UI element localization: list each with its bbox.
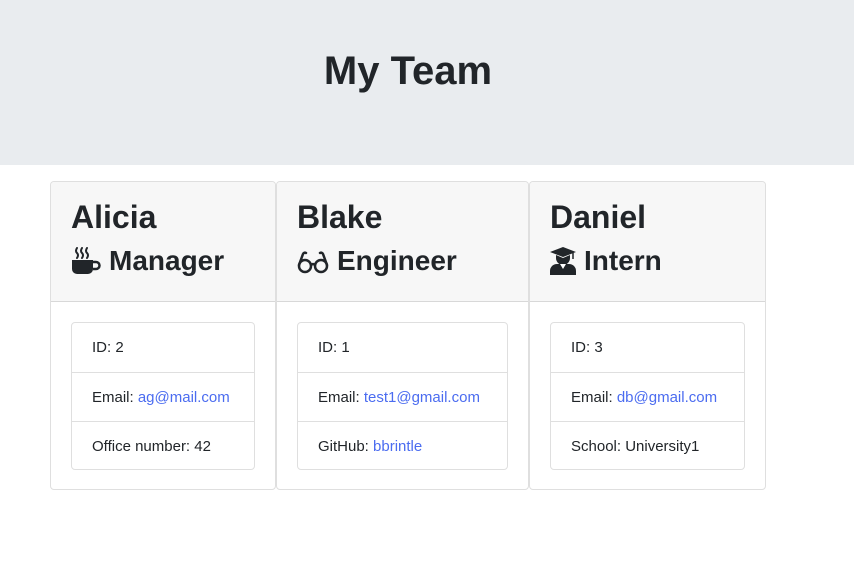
employee-id: ID: 3 (571, 339, 603, 356)
github-row: GitHub: bbrintle (298, 421, 507, 470)
email-link[interactable]: db@gmail.com (617, 389, 717, 406)
employee-id: ID: 2 (92, 339, 124, 356)
employee-name: Daniel (550, 199, 647, 235)
employee-card-manager: Alicia Manager ID: 2 Email: ag@mail.com … (50, 181, 276, 490)
employee-details: ID: 3 Email: db@gmail.com School: Univer… (550, 322, 745, 470)
employee-email-row: Email: test1@gmail.com (298, 372, 507, 421)
employee-card-intern: Daniel Intern ID: 3 Email: db@gmail.com … (529, 181, 766, 490)
employee-details: ID: 1 Email: test1@gmail.com GitHub: bbr… (297, 322, 508, 470)
employee-email-row: Email: ag@mail.com (72, 372, 254, 421)
employee-role: Intern (550, 244, 662, 278)
github-link[interactable]: bbrintle (373, 438, 422, 455)
school: School: University1 (551, 421, 744, 470)
email-label: Email: (92, 389, 138, 406)
email-label: Email: (571, 389, 617, 406)
graduate-icon (550, 246, 576, 276)
github-label: GitHub: (318, 438, 374, 455)
glasses-icon (297, 246, 329, 276)
card-header: Alicia Manager (51, 182, 275, 302)
card-header: Blake Engineer (277, 182, 528, 302)
coffee-mug-icon (71, 246, 101, 276)
role-label: Manager (109, 245, 225, 276)
employee-id: ID: 1 (318, 339, 350, 356)
employee-email-row: Email: db@gmail.com (551, 372, 744, 421)
email-label: Email: (318, 389, 364, 406)
role-label: Engineer (337, 245, 457, 276)
page-title: My Team (323, 49, 493, 93)
employee-role: Engineer (297, 244, 457, 278)
page-header: My Team (0, 0, 854, 165)
employee-name: Alicia (71, 199, 157, 235)
email-link[interactable]: test1@gmail.com (364, 389, 480, 406)
office-number: Office number: 42 (72, 421, 254, 470)
card-header: Daniel Intern (530, 182, 765, 302)
employee-card-engineer: Blake Engineer ID: 1 Email: test1@gmail.… (276, 181, 529, 490)
employee-details: ID: 2 Email: ag@mail.com Office number: … (71, 322, 255, 470)
employee-role: Manager (71, 244, 224, 278)
employee-name: Blake (297, 199, 383, 235)
role-label: Intern (584, 245, 662, 276)
email-link[interactable]: ag@mail.com (138, 389, 230, 406)
